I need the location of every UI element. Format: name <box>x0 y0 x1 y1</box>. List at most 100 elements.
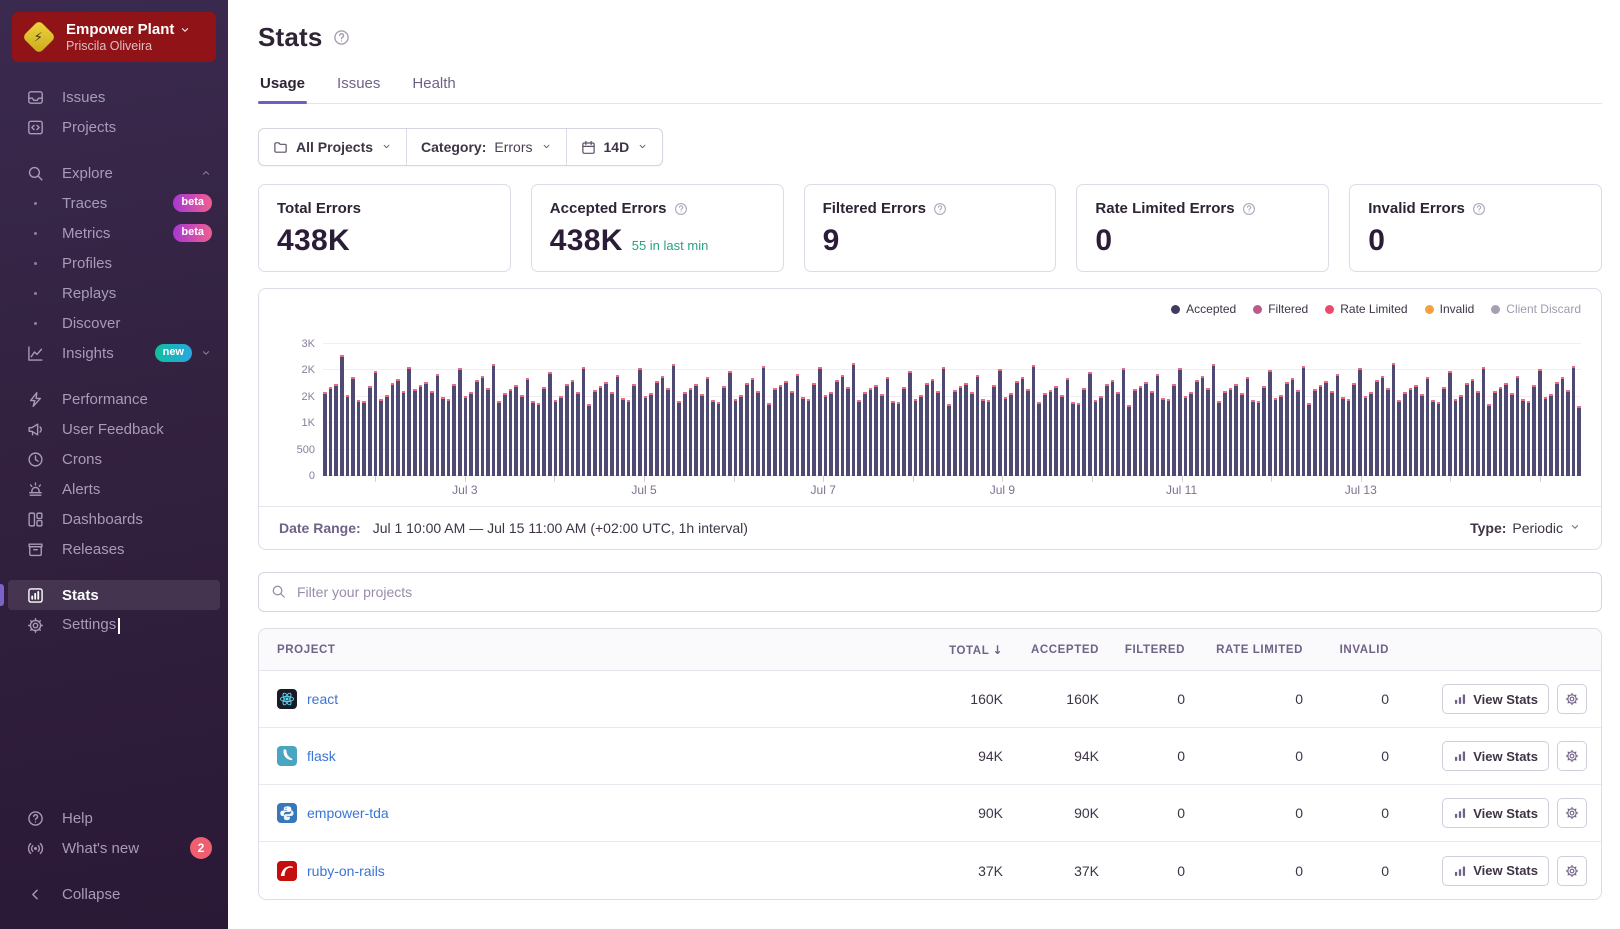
x-axis-tick <box>1450 476 1451 482</box>
stat-card-rate-limited-errors: Rate Limited Errors0 <box>1076 184 1329 272</box>
sidebar-item-profiles[interactable]: Profiles <box>0 248 228 278</box>
help-icon[interactable] <box>674 202 688 216</box>
legend-item-client-discard[interactable]: Client Discard <box>1491 302 1581 316</box>
view-stats-button[interactable]: View Stats <box>1442 684 1549 714</box>
bar-accepted-segment <box>666 390 670 476</box>
project-settings-button[interactable] <box>1557 856 1587 886</box>
sidebar-item-insights[interactable]: Insightsnew <box>0 338 228 368</box>
sidebar-item-what-s-new[interactable]: What's new2 <box>0 833 228 863</box>
date-range-dropdown[interactable]: 14D <box>566 129 663 165</box>
column-header-project[interactable]: PROJECT <box>259 644 907 656</box>
chart-bar <box>1471 379 1475 476</box>
legend-item-rate-limited[interactable]: Rate Limited <box>1325 302 1407 316</box>
chart-bar <box>1015 381 1019 476</box>
chart-type-dropdown[interactable]: Type: Periodic <box>1470 520 1581 536</box>
chart-y-axis: 05001K2K2K3K <box>279 324 323 476</box>
sidebar-item-issues[interactable]: Issues <box>0 82 228 112</box>
sidebar-item-projects[interactable]: Projects <box>0 112 228 142</box>
chart-bar <box>1319 385 1323 476</box>
chart-bar <box>981 399 985 477</box>
sidebar-item-discover[interactable]: Discover <box>0 308 228 338</box>
page-help-icon[interactable] <box>333 29 350 46</box>
org-name: Empower Plant <box>66 21 174 38</box>
x-axis-tick <box>1271 476 1272 482</box>
sidebar-item-stats[interactable]: Stats <box>8 580 220 610</box>
chart-bar <box>1088 372 1092 476</box>
sidebar-item-help[interactable]: Help <box>0 803 228 833</box>
project-filter-dropdown[interactable]: All Projects <box>259 129 406 165</box>
sidebar-item-explore[interactable]: Explore <box>0 158 228 188</box>
project-settings-button[interactable] <box>1557 741 1587 771</box>
bar-accepted-segment <box>1251 402 1255 476</box>
project-settings-button[interactable] <box>1557 684 1587 714</box>
chart-bar <box>424 382 428 476</box>
tab-issues[interactable]: Issues <box>335 75 382 103</box>
sidebar-item-metrics[interactable]: Metricsbeta <box>0 218 228 248</box>
sidebar-item-collapse[interactable]: Collapse <box>0 879 228 909</box>
sidebar-section: StatsSettings <box>0 580 228 640</box>
sidebar-item-traces[interactable]: Tracesbeta <box>0 188 228 218</box>
project-search-input[interactable] <box>258 572 1602 612</box>
view-stats-button[interactable]: View Stats <box>1442 856 1549 886</box>
legend-item-filtered[interactable]: Filtered <box>1253 302 1308 316</box>
sidebar-item-replays[interactable]: Replays <box>0 278 228 308</box>
cell-rate_limited: 0 <box>1185 863 1303 879</box>
bar-accepted-segment <box>1307 405 1311 476</box>
column-header-accepted[interactable]: ACCEPTED <box>1003 644 1099 656</box>
tab-health[interactable]: Health <box>410 75 457 103</box>
sidebar-item-performance[interactable]: Performance <box>0 384 228 414</box>
bar-accepted-segment <box>1105 386 1109 476</box>
help-icon[interactable] <box>1472 202 1486 216</box>
view-stats-button[interactable]: View Stats <box>1442 741 1549 771</box>
project-link[interactable]: empower-tda <box>307 805 389 821</box>
bar-accepted-segment <box>846 389 850 476</box>
bar-accepted-segment <box>1386 390 1390 476</box>
column-header-rate-limited[interactable]: RATE LIMITED <box>1185 644 1303 656</box>
help-icon[interactable] <box>933 202 947 216</box>
chart-bar <box>492 364 496 476</box>
column-header-filtered[interactable]: FILTERED <box>1099 644 1185 656</box>
tab-usage[interactable]: Usage <box>258 75 307 103</box>
sidebar-item-crons[interactable]: Crons <box>0 444 228 474</box>
project-settings-button[interactable] <box>1557 798 1587 828</box>
column-header-total[interactable]: TOTAL↓ <box>907 643 1003 657</box>
project-link[interactable]: ruby-on-rails <box>307 863 385 879</box>
chart-bar <box>1178 368 1182 476</box>
chart-bar <box>1206 388 1210 476</box>
bar-accepted-segment <box>1341 399 1345 476</box>
chart-bar <box>1049 390 1053 476</box>
bar-accepted-segment <box>1499 389 1503 476</box>
chart-bar <box>582 367 586 476</box>
chart-bar <box>987 400 991 476</box>
chart-bar <box>1094 400 1098 476</box>
bar-accepted-segment <box>964 385 968 476</box>
project-link[interactable]: react <box>307 691 338 707</box>
chevron-down-icon <box>637 139 648 155</box>
sidebar-item-alerts[interactable]: Alerts <box>0 474 228 504</box>
sidebar-item-releases[interactable]: Releases <box>0 534 228 564</box>
bar-accepted-segment <box>1144 384 1148 476</box>
bar-accepted-segment <box>1482 369 1486 476</box>
sidebar-item-dashboards[interactable]: Dashboards <box>0 504 228 534</box>
bar-accepted-segment <box>992 387 996 476</box>
y-axis-label: 3K <box>302 338 315 350</box>
bar-accepted-segment <box>627 402 631 476</box>
legend-item-accepted[interactable]: Accepted <box>1171 302 1236 316</box>
bar-accepted-segment <box>931 381 935 476</box>
org-switcher[interactable]: ⚡ Empower Plant Priscila Oliveira <box>12 12 216 62</box>
bar-accepted-segment <box>526 380 530 476</box>
legend-item-invalid[interactable]: Invalid <box>1425 302 1475 316</box>
help-icon[interactable] <box>1242 202 1256 216</box>
sidebar-item-user-feedback[interactable]: User Feedback <box>0 414 228 444</box>
sidebar-item-settings[interactable]: Settings <box>0 610 228 640</box>
view-stats-button[interactable]: View Stats <box>1442 798 1549 828</box>
chart-bar <box>464 396 468 476</box>
chart-bar <box>1189 392 1193 476</box>
project-link[interactable]: flask <box>307 748 336 764</box>
bar-accepted-segment <box>1212 366 1216 476</box>
column-header-invalid[interactable]: INVALID <box>1303 644 1389 656</box>
view-stats-label: View Stats <box>1473 749 1538 764</box>
chart-bar <box>1021 377 1025 476</box>
bar-accepted-segment <box>869 390 873 476</box>
category-filter-dropdown[interactable]: Category: Errors <box>406 129 565 165</box>
